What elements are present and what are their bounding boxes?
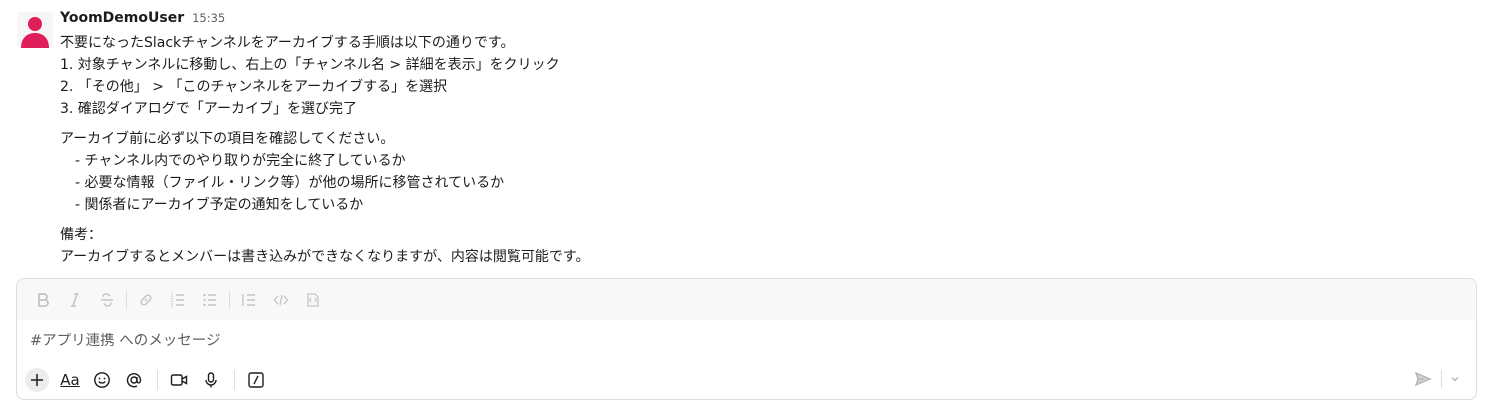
code-icon[interactable]	[265, 286, 297, 314]
timestamp[interactable]: 15:35	[192, 11, 225, 25]
mention-icon[interactable]	[119, 366, 149, 394]
ordered-list-icon[interactable]: 123	[162, 286, 194, 314]
video-icon[interactable]	[164, 366, 194, 394]
message-line: 不要になったSlackチャンネルをアーカイブする手順は以下の通りです。	[60, 35, 515, 51]
blockquote-icon[interactable]	[233, 286, 265, 314]
message-bullet: - 必要な情報（ファイル・リンク等）が他の場所に移管されているか	[75, 175, 505, 191]
italic-icon[interactable]	[59, 286, 91, 314]
message-header: YoomDemoUser 15:35	[60, 10, 1460, 32]
message-input-area	[17, 320, 1476, 362]
message-composer: 123 Aa	[16, 278, 1477, 400]
plus-icon[interactable]	[25, 367, 49, 392]
message-line: アーカイブ前に必ず以下の項目を確認してください。	[60, 131, 395, 147]
composer-actions: Aa	[17, 360, 1476, 399]
emoji-icon[interactable]	[87, 366, 117, 394]
message-body: YoomDemoUser 15:35 不要になったSlackチャンネルをアーカイ…	[60, 10, 1460, 268]
send-controls	[1409, 367, 1464, 391]
toolbar-divider	[1441, 370, 1442, 388]
strikethrough-icon[interactable]	[91, 286, 123, 314]
code-block-icon[interactable]	[297, 286, 329, 314]
chevron-down-icon[interactable]	[1446, 367, 1464, 391]
bold-icon[interactable]	[27, 286, 59, 314]
message-line: 1. 対象チャンネルに移動し、右上の「チャンネル名 > 詳細を表示」をクリック	[60, 57, 560, 73]
send-icon[interactable]	[1409, 367, 1437, 391]
avatar[interactable]	[17, 12, 53, 48]
toolbar-divider	[234, 369, 235, 390]
message-text: 不要になったSlackチャンネルをアーカイブする手順は以下の通りです。 1. 対…	[60, 32, 1460, 268]
slash-command-icon[interactable]	[241, 366, 271, 394]
message-bullet: - チャンネル内でのやり取りが完全に終了しているか	[75, 153, 406, 169]
toolbar-divider	[126, 290, 127, 309]
message-input[interactable]	[30, 333, 1430, 349]
toolbar-divider	[157, 369, 158, 390]
message-line: アーカイブするとメンバーは書き込みができなくなりますが、内容は閲覧可能です。	[60, 249, 590, 265]
microphone-icon[interactable]	[196, 366, 226, 394]
message-line: 2. 「その他」 > 「このチャンネルをアーカイブする」を選択	[60, 79, 448, 95]
text-format-label: Aa	[60, 370, 80, 389]
message: YoomDemoUser 15:35 不要になったSlackチャンネルをアーカイ…	[0, 0, 1494, 270]
link-icon[interactable]	[130, 286, 162, 314]
message-line: 3. 確認ダイアログで「アーカイブ」を選び完了	[60, 101, 357, 117]
username[interactable]: YoomDemoUser	[60, 10, 184, 26]
message-line: 備考：	[60, 227, 102, 243]
bulleted-list-icon[interactable]	[194, 286, 226, 314]
message-bullet: - 関係者にアーカイブ予定の通知をしているか	[75, 197, 364, 213]
formatting-toolbar: 123	[17, 279, 1476, 320]
text-format-icon[interactable]: Aa	[55, 366, 85, 394]
svg-text:3: 3	[171, 303, 174, 308]
toolbar-divider	[229, 290, 230, 309]
